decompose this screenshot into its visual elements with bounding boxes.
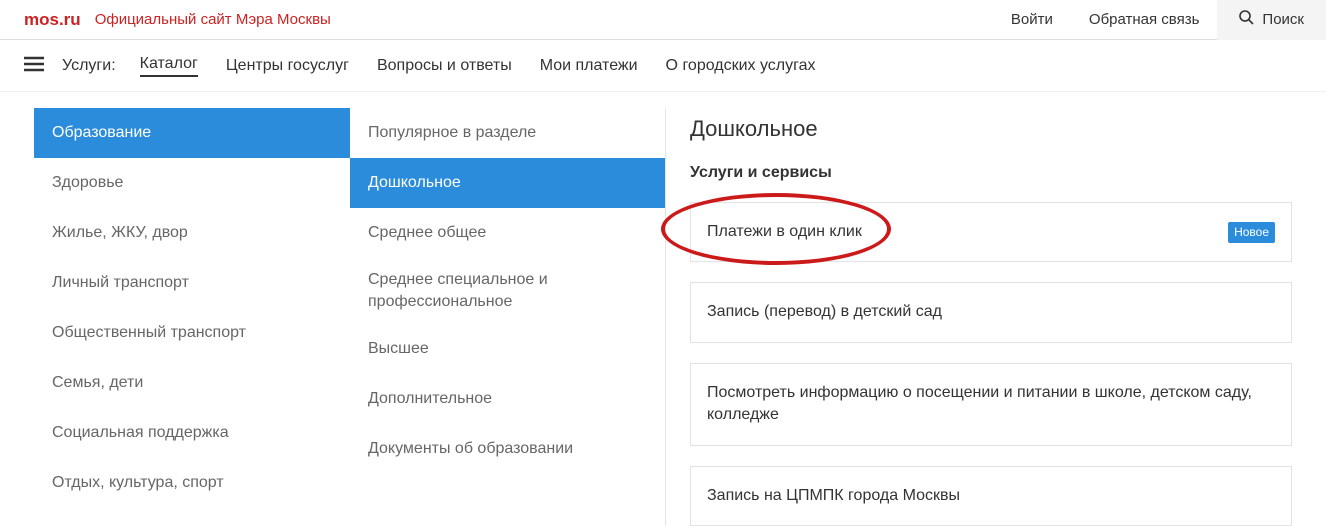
- search-icon: [1239, 10, 1254, 29]
- category-education[interactable]: Образование: [34, 108, 350, 158]
- category-transport-public[interactable]: Общественный транспорт: [34, 308, 350, 358]
- detail-title: Дошкольное: [690, 116, 1292, 142]
- detail-column: Дошкольное Услуги и сервисы Платежи в од…: [666, 108, 1292, 526]
- nav-about[interactable]: О городских услугах: [666, 57, 816, 75]
- nav-payments[interactable]: Мои платежи: [540, 57, 638, 75]
- category-leisure[interactable]: Отдых, культура, спорт: [34, 458, 350, 508]
- service-label: Посмотреть информацию о посещении и пита…: [707, 382, 1275, 427]
- nav-faq[interactable]: Вопросы и ответы: [377, 57, 512, 75]
- subcat-preschool[interactable]: Дошкольное: [350, 158, 665, 208]
- subcat-secondary[interactable]: Среднее общее: [350, 208, 665, 258]
- site-logo[interactable]: mos.ru: [24, 10, 81, 30]
- topbar: mos.ru Официальный сайт Мэра Москвы Войт…: [0, 0, 1326, 40]
- subcat-documents[interactable]: Документы об образовании: [350, 424, 665, 474]
- nav-label: Услуги:: [62, 57, 116, 75]
- topbar-right: Войти Обратная связь Поиск: [993, 0, 1326, 40]
- detail-subtitle: Услуги и сервисы: [690, 164, 1292, 182]
- feedback-link[interactable]: Обратная связь: [1071, 11, 1218, 28]
- service-attendance-info[interactable]: Посмотреть информацию о посещении и пита…: [690, 363, 1292, 446]
- subcategory-column: Популярное в разделе Дошкольное Среднее …: [350, 108, 666, 526]
- service-one-click-payments[interactable]: Платежи в один клик Новое: [690, 202, 1292, 262]
- nav-centers[interactable]: Центры госуслуг: [226, 57, 349, 75]
- subcat-popular[interactable]: Популярное в разделе: [350, 108, 665, 158]
- category-transport-personal[interactable]: Личный транспорт: [34, 258, 350, 308]
- service-cpmpk[interactable]: Запись на ЦПМПК города Москвы: [690, 466, 1292, 526]
- subcat-additional[interactable]: Дополнительное: [350, 374, 665, 424]
- service-label: Запись (перевод) в детский сад: [707, 301, 942, 323]
- login-link[interactable]: Войти: [993, 11, 1071, 28]
- new-badge: Новое: [1228, 222, 1275, 243]
- category-housing[interactable]: Жилье, ЖКУ, двор: [34, 208, 350, 258]
- category-health[interactable]: Здоровье: [34, 158, 350, 208]
- service-label: Платежи в один клик: [707, 221, 862, 243]
- subcat-higher[interactable]: Высшее: [350, 324, 665, 374]
- site-tagline: Официальный сайт Мэра Москвы: [95, 11, 331, 28]
- category-social[interactable]: Социальная поддержка: [34, 408, 350, 458]
- category-family[interactable]: Семья, дети: [34, 358, 350, 408]
- nav-catalog[interactable]: Каталог: [140, 55, 198, 77]
- navbar: Услуги: Каталог Центры госуслуг Вопросы …: [0, 40, 1326, 92]
- subcat-vocational[interactable]: Среднее специальное и профессиональное: [350, 258, 665, 324]
- service-label: Запись на ЦПМПК города Москвы: [707, 485, 960, 507]
- content: Образование Здоровье Жилье, ЖКУ, двор Ли…: [0, 92, 1326, 526]
- search-button[interactable]: Поиск: [1217, 0, 1326, 40]
- service-kindergarten-enroll[interactable]: Запись (перевод) в детский сад: [690, 282, 1292, 342]
- hamburger-icon[interactable]: [24, 56, 44, 76]
- category-column: Образование Здоровье Жилье, ЖКУ, двор Ли…: [34, 108, 350, 526]
- search-label: Поиск: [1262, 11, 1304, 28]
- topbar-left: mos.ru Официальный сайт Мэра Москвы: [0, 10, 993, 30]
